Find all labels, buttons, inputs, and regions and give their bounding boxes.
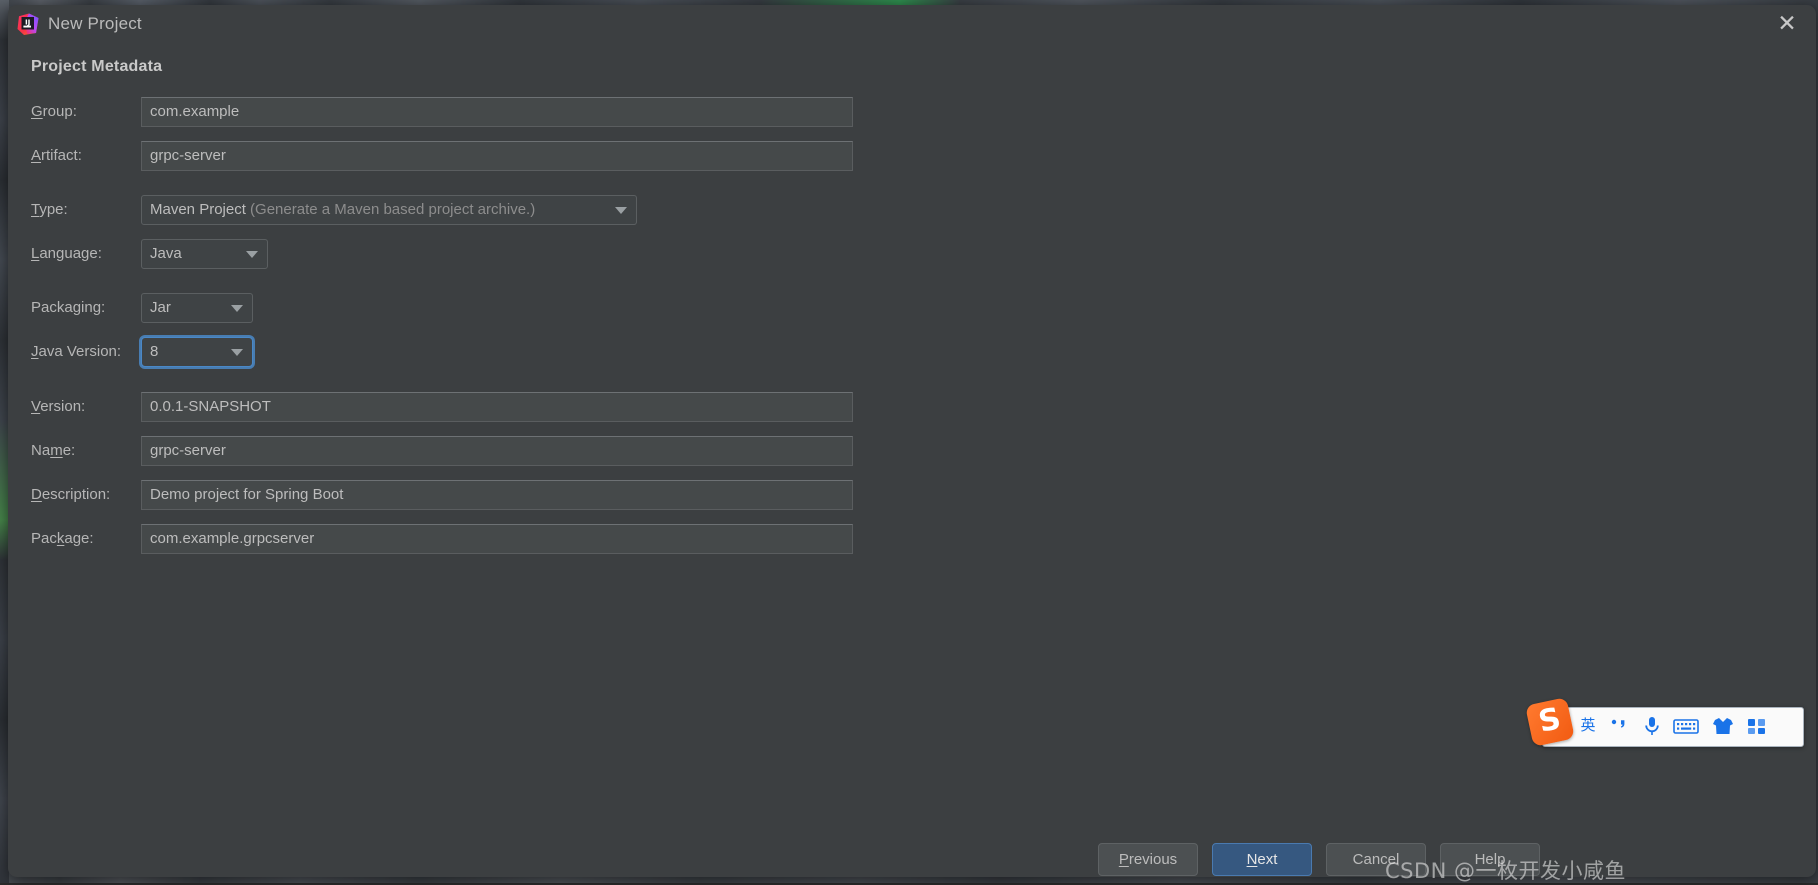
label-language: Language: bbox=[31, 245, 102, 262]
punctuation-icon bbox=[1611, 719, 1625, 728]
java-version-combo-value: 8 bbox=[150, 343, 159, 360]
ime-soft-keyboard-icon[interactable] bbox=[1671, 708, 1701, 744]
chevron-down-icon bbox=[231, 305, 243, 312]
label-name: Name: bbox=[31, 442, 76, 459]
sogou-logo-icon[interactable]: S bbox=[1525, 697, 1575, 747]
packaging-combo-value: Jar bbox=[150, 299, 171, 316]
page-title: Project Metadata bbox=[31, 58, 163, 75]
chevron-down-icon bbox=[231, 349, 243, 356]
group-input[interactable]: com.example bbox=[141, 97, 853, 127]
close-icon[interactable]: ✕ bbox=[1770, 9, 1804, 39]
java-version-combo[interactable]: 8 bbox=[141, 337, 253, 367]
label-description: Description: bbox=[31, 486, 111, 503]
label-packaging: Packaging: bbox=[31, 299, 106, 316]
label-package: Package: bbox=[31, 530, 94, 547]
label-version: Version: bbox=[31, 398, 86, 415]
intellij-idea-icon: IJ bbox=[17, 13, 39, 35]
description-input[interactable]: Demo project for Spring Boot bbox=[141, 480, 853, 510]
artifact-input[interactable]: grpc-server bbox=[141, 141, 853, 171]
language-combo[interactable]: Java bbox=[141, 239, 268, 269]
type-combo-hint: (Generate a Maven based project archive.… bbox=[250, 201, 536, 218]
type-combo-value: Maven Project bbox=[150, 201, 246, 218]
ime-toolbox-icon[interactable] bbox=[1743, 708, 1771, 744]
name-input[interactable]: grpc-server bbox=[141, 436, 853, 466]
type-combo[interactable]: Maven Project (Generate a Maven based pr… bbox=[141, 195, 637, 225]
chevron-down-icon bbox=[615, 207, 627, 214]
packaging-combo[interactable]: Jar bbox=[141, 293, 253, 323]
label-group: Group: bbox=[31, 103, 77, 120]
label-java-version: Java Version: bbox=[31, 343, 122, 360]
csdn-watermark: CSDN @一枚开发小咸鱼 bbox=[1385, 859, 1627, 883]
svg-text:IJ: IJ bbox=[25, 17, 31, 26]
ime-skin-icon[interactable] bbox=[1709, 708, 1737, 744]
shirt-icon bbox=[1713, 718, 1733, 735]
grid-menu-icon bbox=[1748, 719, 1765, 735]
package-input[interactable]: com.example.grpcserver bbox=[141, 524, 853, 554]
ime-mode-chinese-english[interactable]: 英 bbox=[1575, 708, 1601, 744]
keyboard-icon bbox=[1673, 719, 1699, 734]
dialog-titlebar: IJ New Project ✕ bbox=[8, 5, 1816, 45]
sogou-ime-toolbar[interactable]: S 英 bbox=[1525, 697, 1804, 747]
next-button[interactable]: Next bbox=[1212, 843, 1312, 876]
ime-punctuation-toggle[interactable] bbox=[1607, 708, 1633, 744]
microphone-icon bbox=[1645, 717, 1659, 736]
ime-voice-input-icon[interactable] bbox=[1639, 708, 1665, 744]
previous-button[interactable]: Previous bbox=[1098, 843, 1198, 876]
dialog-title: New Project bbox=[48, 14, 142, 33]
chevron-down-icon bbox=[246, 251, 258, 258]
label-type: Type: bbox=[31, 201, 68, 218]
version-input[interactable]: 0.0.1-SNAPSHOT bbox=[141, 392, 853, 422]
language-combo-value: Java bbox=[150, 245, 182, 262]
label-artifact: Artifact: bbox=[31, 147, 82, 164]
